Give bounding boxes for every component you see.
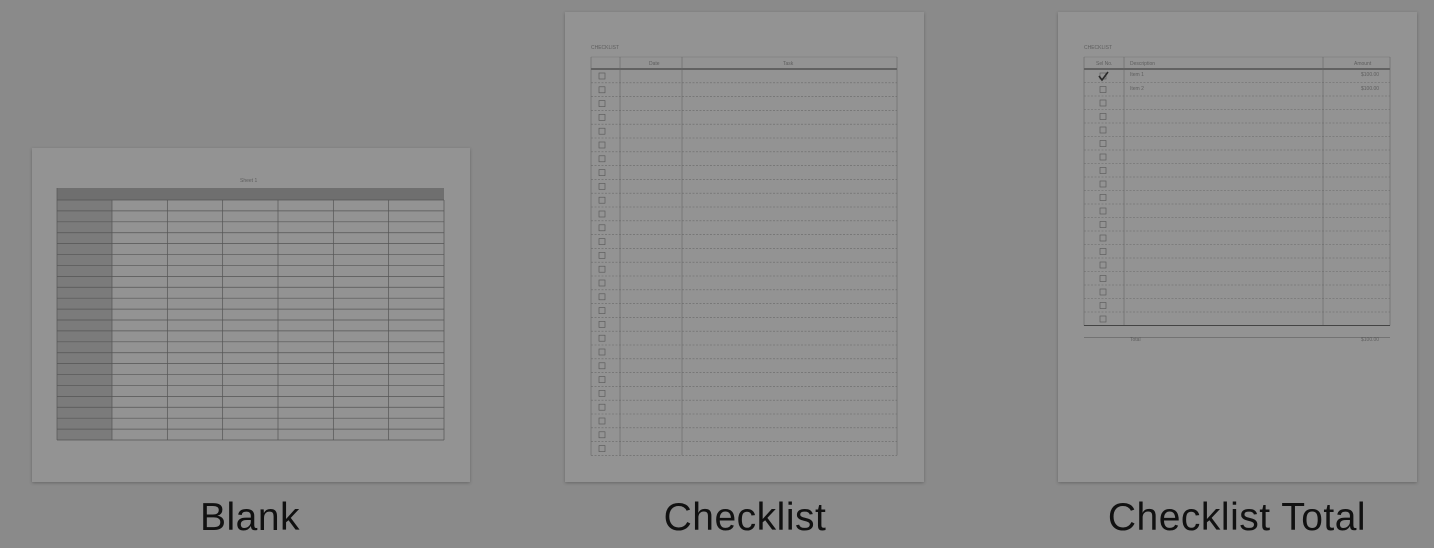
checkbox-icon [598, 238, 606, 245]
checklist-total-grid [1083, 56, 1391, 338]
checkbox-icon [598, 417, 606, 425]
checkbox-icon [598, 169, 606, 176]
checklist-thumbnail[interactable]: CHECKLIST Date Task [565, 12, 924, 482]
template-label-blank: Blank [199, 496, 301, 539]
checkbox-icon [598, 252, 606, 259]
checkbox-icon [1099, 221, 1107, 228]
checkbox-icon [598, 114, 606, 121]
checkbox-icon [598, 100, 606, 107]
checkbox-icon [1099, 86, 1107, 93]
checklist-grid [590, 56, 898, 456]
checkbox-icon [598, 376, 606, 383]
checkbox-icon [598, 183, 606, 190]
checkbox-icon [1099, 275, 1107, 282]
checkbox-icon [1099, 207, 1107, 215]
checkbox-icon [1099, 113, 1107, 120]
checkbox-icon [598, 403, 606, 411]
checkbox-icon [598, 265, 606, 273]
checkbox-icon [1099, 261, 1107, 269]
checkbox-icon [598, 362, 606, 370]
checkbox-icon [1099, 248, 1107, 255]
checkbox-icon [598, 141, 606, 149]
checkbox-icon [598, 86, 606, 94]
checkbox-icon [598, 224, 606, 232]
checkbox-icon [1099, 180, 1107, 188]
checkbox-icon [1099, 194, 1107, 201]
checkbox-icon [598, 431, 606, 439]
checkbox-icon [1099, 126, 1107, 134]
checkbox-icon [1099, 99, 1107, 107]
checkbox-icon [598, 210, 606, 218]
template-label-checklist: Checklist [663, 496, 827, 539]
checkbox-icon [1099, 234, 1107, 242]
checkbox-icon [598, 334, 606, 342]
checkbox-icon [1099, 140, 1107, 147]
blank-grid [56, 188, 445, 441]
checkbox-icon [598, 307, 606, 314]
checkbox-icon [598, 127, 606, 135]
template-label-checklist-total: Checklist Total [1107, 496, 1367, 539]
blank-header-row [57, 188, 444, 200]
checklist-total-thumbnail[interactable]: CHECKLIST Sel No. Description Amount Ite… [1058, 12, 1417, 482]
checkbox-icon [598, 72, 606, 80]
checkbox-icon [598, 155, 606, 163]
checkbox-icon [598, 390, 606, 397]
checkbox-icon [598, 293, 606, 301]
checkbox-icon [1099, 288, 1107, 296]
checkbox-icon [598, 279, 606, 287]
checkbox-icon [1099, 153, 1107, 161]
checkbox-icon [1099, 315, 1107, 323]
checkbox-icon [598, 321, 606, 328]
checkbox-icon [598, 445, 606, 452]
checkbox-icon [598, 348, 606, 356]
checkbox-icon [598, 196, 606, 204]
blank-thumbnail[interactable]: Sheet 1 [32, 148, 470, 482]
checkbox-icon [1099, 302, 1107, 309]
checkbox-icon [1099, 167, 1107, 174]
